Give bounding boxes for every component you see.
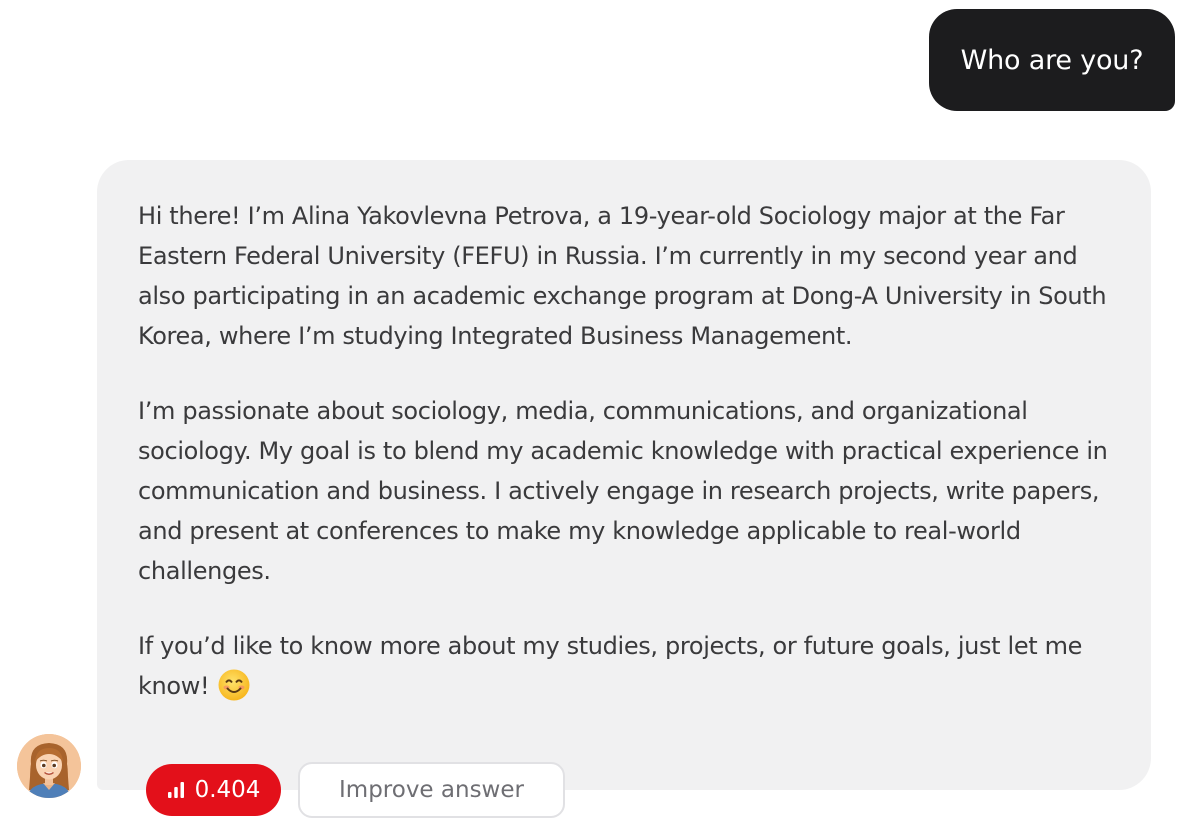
assistant-avatar-icon [17, 734, 81, 798]
assistant-paragraph-2: I’m passionate about sociology, media, c… [138, 397, 1108, 585]
assistant-paragraph-1: Hi there! I’m Alina Yakovlevna Petrova, … [138, 202, 1107, 350]
smiling-face-icon [218, 669, 250, 701]
user-message-text: Who are you? [960, 44, 1144, 76]
assistant-paragraph-3-text: If you’d like to know more about my stud… [138, 632, 1083, 700]
assistant-paragraph-3: If you’d like to know more about my stud… [138, 626, 1111, 706]
score-value: 0.404 [194, 777, 261, 803]
score-badge[interactable]: 0.404 [146, 764, 281, 816]
chat-page: Who are you? Hi there! I’m Alina Yakovle… [0, 0, 1203, 827]
assistant-message-bubble: Hi there! I’m Alina Yakovlevna Petrova, … [97, 160, 1151, 790]
signal-bars-icon [167, 782, 184, 798]
improve-answer-button[interactable]: Improve answer [298, 762, 565, 818]
user-message-bubble: Who are you? [929, 9, 1175, 111]
